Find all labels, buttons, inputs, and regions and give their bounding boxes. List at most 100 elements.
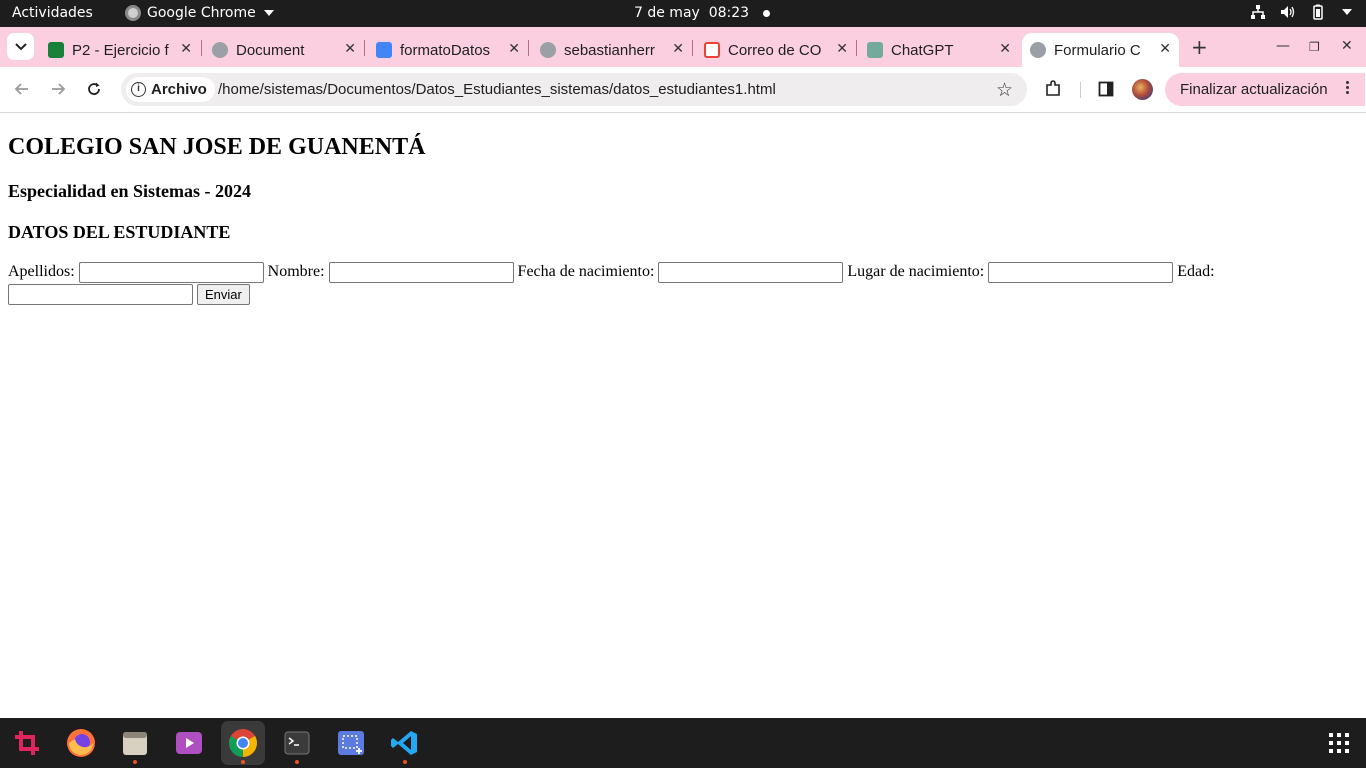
menu-kebab-icon[interactable] bbox=[1346, 81, 1349, 94]
tab-separator bbox=[364, 40, 365, 56]
tab-gmail[interactable]: Correo de CO ✕ bbox=[704, 33, 856, 67]
address-bar[interactable]: i Archivo /home/sistemas/Documentos/Dato… bbox=[121, 73, 1027, 106]
tab-separator bbox=[201, 40, 202, 56]
app-menu[interactable]: Google Chrome bbox=[125, 5, 274, 21]
close-icon[interactable]: ✕ bbox=[836, 41, 848, 57]
tab-strip: P2 - Ejercicio f ✕ Document ✕ formatoDat… bbox=[0, 27, 1366, 67]
bookmark-star-icon[interactable]: ☆ bbox=[996, 79, 1013, 101]
tab-title: sebastianherr bbox=[564, 41, 655, 59]
restore-icon[interactable]: ❐ bbox=[1309, 40, 1320, 54]
nombre-input[interactable] bbox=[328, 261, 514, 283]
tab-separator bbox=[692, 40, 693, 56]
dock-screen-capture[interactable] bbox=[329, 721, 373, 765]
network-icon bbox=[1250, 4, 1266, 20]
fecha-nacimiento-input[interactable] bbox=[658, 261, 844, 283]
chrome-app-icon bbox=[125, 5, 141, 21]
video-player-icon bbox=[176, 732, 202, 754]
page-title: COLEGIO SAN JOSE DE GUANENTÁ bbox=[8, 134, 426, 160]
tab-title: Correo de CO bbox=[728, 41, 822, 59]
close-icon[interactable]: ✕ bbox=[344, 41, 356, 57]
tab-chatgpt[interactable]: ChatGPT ✕ bbox=[867, 33, 1019, 67]
gmail-icon bbox=[704, 42, 720, 58]
globe-icon bbox=[212, 42, 228, 58]
tab-search-button[interactable] bbox=[7, 33, 34, 60]
tab-separator bbox=[856, 40, 857, 56]
classroom-icon bbox=[48, 42, 64, 58]
dock-video-player[interactable] bbox=[167, 721, 211, 765]
side-panel-icon[interactable] bbox=[1096, 79, 1116, 99]
close-icon[interactable]: ✕ bbox=[672, 41, 684, 57]
tab-title: formatoDatos bbox=[400, 41, 491, 59]
lugar-nacimiento-label: Lugar de nacimiento: bbox=[847, 263, 985, 280]
apellidos-label: Apellidos: bbox=[8, 263, 75, 280]
chrome-icon bbox=[229, 729, 257, 757]
tab-title: ChatGPT bbox=[891, 41, 954, 59]
reload-icon[interactable] bbox=[84, 79, 104, 99]
tab-title: Formulario C bbox=[1054, 41, 1141, 59]
dock-screenshot-tool[interactable] bbox=[5, 721, 49, 765]
profile-avatar[interactable] bbox=[1132, 79, 1153, 100]
tab-separator bbox=[528, 40, 529, 56]
tab-github[interactable]: sebastianherr ✕ bbox=[540, 33, 692, 67]
tab-formato-datos[interactable]: formatoDatos ✕ bbox=[376, 33, 528, 67]
clock[interactable]: 7 de may 08:23 bbox=[634, 5, 771, 21]
screen-capture-icon bbox=[338, 731, 364, 755]
terminal-icon bbox=[284, 731, 310, 755]
show-apps-grid-icon[interactable] bbox=[1329, 733, 1349, 753]
url-text[interactable]: /home/sistemas/Documentos/Datos_Estudian… bbox=[218, 81, 776, 98]
vscode-icon bbox=[391, 731, 417, 755]
dock-vscode[interactable] bbox=[383, 721, 427, 765]
running-indicator bbox=[403, 760, 407, 764]
dock-chrome[interactable] bbox=[221, 721, 265, 765]
site-info-chip[interactable]: i Archivo bbox=[126, 77, 215, 102]
system-tray[interactable] bbox=[1250, 4, 1352, 20]
finish-update-button[interactable]: Finalizar actualización bbox=[1165, 73, 1365, 106]
close-icon[interactable]: ✕ bbox=[999, 41, 1011, 57]
apellidos-input[interactable] bbox=[78, 261, 264, 283]
close-icon[interactable]: ✕ bbox=[1159, 41, 1171, 57]
tab-document[interactable]: Document ✕ bbox=[212, 33, 364, 67]
chatgpt-icon bbox=[867, 42, 883, 58]
chevron-down-icon bbox=[14, 42, 27, 50]
edad-label: Edad: bbox=[1177, 263, 1215, 280]
close-window-icon[interactable]: ✕ bbox=[1341, 38, 1353, 54]
tab-title: P2 - Ejercicio f bbox=[72, 41, 169, 59]
tab-classroom[interactable]: P2 - Ejercicio f ✕ bbox=[48, 33, 200, 67]
submit-button[interactable]: Enviar bbox=[197, 283, 250, 305]
battery-icon bbox=[1310, 4, 1326, 20]
github-icon bbox=[540, 42, 556, 58]
tab-formulario-active[interactable]: Formulario C ✕ bbox=[1022, 33, 1179, 67]
section-heading: DATOS DEL ESTUDIANTE bbox=[8, 222, 231, 242]
browser-toolbar: i Archivo /home/sistemas/Documentos/Dato… bbox=[0, 67, 1366, 113]
back-icon[interactable] bbox=[12, 79, 32, 99]
site-info-label: Archivo bbox=[151, 81, 207, 98]
system-top-bar: Actividades Google Chrome 7 de may 08:23 bbox=[0, 0, 1366, 27]
nombre-label: Nombre: bbox=[267, 263, 325, 280]
extensions-icon[interactable] bbox=[1043, 79, 1063, 99]
files-icon bbox=[123, 732, 147, 755]
lugar-nacimiento-input[interactable] bbox=[988, 261, 1174, 283]
activities-button[interactable]: Actividades bbox=[12, 5, 93, 21]
dock-firefox[interactable] bbox=[59, 721, 103, 765]
forward-icon[interactable] bbox=[48, 79, 68, 99]
dock-files[interactable] bbox=[113, 721, 157, 765]
fecha-nacimiento-label: Fecha de nacimiento: bbox=[517, 263, 655, 280]
notification-dot-icon bbox=[763, 9, 771, 17]
new-tab-icon[interactable]: + bbox=[1191, 35, 1208, 59]
edad-input[interactable] bbox=[8, 283, 193, 305]
close-icon[interactable]: ✕ bbox=[180, 41, 192, 57]
toolbar-divider bbox=[1080, 82, 1081, 98]
system-menu-chevron-icon bbox=[1342, 9, 1352, 15]
globe-icon bbox=[1030, 42, 1046, 58]
volume-icon bbox=[1280, 4, 1296, 20]
chevron-down-icon bbox=[263, 10, 274, 16]
screenshot-tool-icon bbox=[15, 731, 39, 755]
app-menu-label: Google Chrome bbox=[147, 5, 256, 21]
minimize-icon[interactable]: — bbox=[1276, 38, 1290, 54]
page-content: COLEGIO SAN JOSE DE GUANENTÁ Especialida… bbox=[0, 114, 1366, 718]
dock-terminal[interactable] bbox=[275, 721, 319, 765]
taskbar-dock bbox=[0, 718, 1366, 768]
clock-label: 7 de may 08:23 bbox=[634, 5, 750, 21]
running-indicator bbox=[241, 760, 245, 764]
close-icon[interactable]: ✕ bbox=[508, 41, 520, 57]
